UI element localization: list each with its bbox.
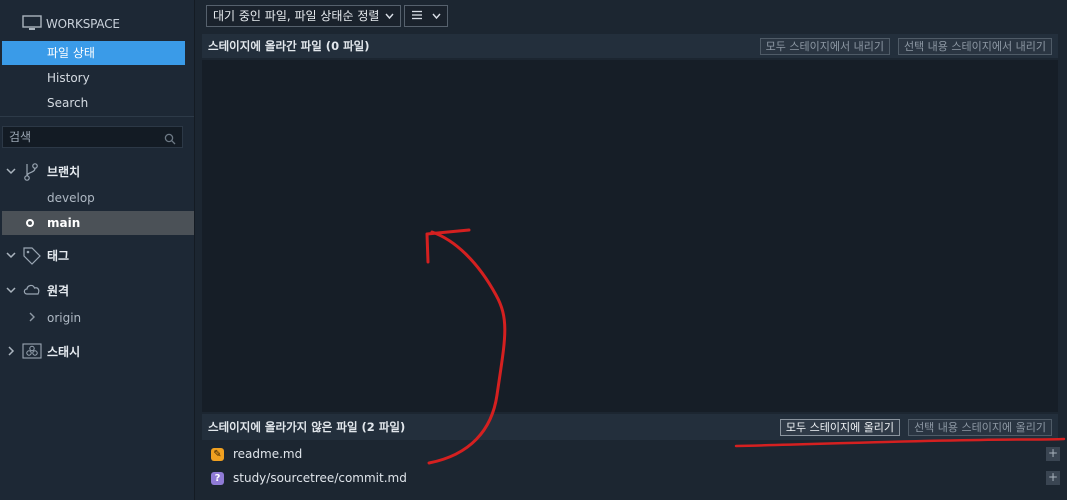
group-tags[interactable]: 태그 <box>0 243 194 267</box>
group-label-remotes: 원격 <box>47 284 70 298</box>
search-placeholder: 검색 <box>9 130 32 144</box>
chevron-down-icon[interactable] <box>6 249 16 263</box>
untracked-icon: ? <box>211 471 224 485</box>
file-row-commit[interactable]: ? study/sourcetree/commit.md + <box>202 466 1060 490</box>
branch-icon <box>22 162 40 185</box>
group-branches[interactable]: 브랜치 <box>0 159 194 183</box>
chevron-right-icon[interactable] <box>28 306 36 330</box>
file-name: study/sourcetree/commit.md <box>233 471 407 485</box>
workspace-label: WORKSPACE <box>46 17 120 31</box>
main-panel: 대기 중인 파일, 파일 상태순 정렬 스테이지에 올라간 파일 (0 파일) … <box>194 0 1067 500</box>
sidebar-search-input[interactable]: 검색 <box>2 126 183 148</box>
unstaged-header: 스테이지에 올라가지 않은 파일 (2 파일) 모두 스테이지에 올리기 선택 … <box>202 414 1058 440</box>
toolbar: 대기 중인 파일, 파일 상태순 정렬 <box>206 5 449 29</box>
chevron-down-icon[interactable] <box>6 165 16 179</box>
staged-header: 스테이지에 올라간 파일 (0 파일) 모두 스테이지에서 내리기 선택 내용 … <box>202 34 1058 58</box>
cloud-icon <box>22 281 42 300</box>
unstage-all-button[interactable]: 모두 스테이지에서 내리기 <box>759 37 890 55</box>
group-label-branches: 브랜치 <box>47 165 81 179</box>
file-row-readme[interactable]: ✎ readme.md + <box>202 442 1060 466</box>
chevron-down-icon <box>385 6 394 26</box>
staged-actions: 모두 스테이지에서 내리기 선택 내용 스테이지에서 내리기 <box>752 37 1052 55</box>
unstaged-file-list: ✎ readme.md + ? study/sourcetree/commit.… <box>202 442 1060 490</box>
sidebar-divider <box>0 116 194 117</box>
unstaged-title: 스테이지에 올라가지 않은 파일 (2 파일) <box>208 420 406 434</box>
staged-file-list[interactable] <box>202 60 1058 412</box>
group-stashes[interactable]: 스태시 <box>0 339 194 363</box>
chevron-down-icon[interactable] <box>6 284 16 298</box>
branch-item-develop[interactable]: develop <box>2 186 194 210</box>
unstage-selected-button[interactable]: 선택 내용 스테이지에서 내리기 <box>897 37 1052 55</box>
unstaged-actions: 모두 스테이지에 올리기 선택 내용 스테이지에 올리기 <box>772 418 1052 436</box>
view-mode-dropdown[interactable] <box>404 5 449 27</box>
group-label-tags: 태그 <box>47 249 70 263</box>
sort-dropdown-label: 대기 중인 파일, 파일 상태순 정렬 <box>213 9 380 23</box>
list-icon <box>411 6 423 26</box>
panel-divider <box>194 0 195 500</box>
nav-search[interactable]: Search <box>2 91 185 115</box>
workspace-header: WORKSPACE <box>0 10 194 36</box>
branch-label-main: main <box>47 216 81 230</box>
group-label-stashes: 스태시 <box>47 345 81 359</box>
stash-icon <box>22 342 42 363</box>
sidebar: WORKSPACE 파일 상태 History Search 검색 브랜치 de <box>0 0 194 500</box>
remote-label-origin: origin <box>47 311 82 325</box>
stage-all-button[interactable]: 모두 스테이지에 올리기 <box>779 418 901 436</box>
monitor-icon <box>22 15 42 34</box>
current-branch-indicator <box>26 219 34 227</box>
staged-title: 스테이지에 올라간 파일 (0 파일) <box>208 39 370 53</box>
nav-file-status[interactable]: 파일 상태 <box>2 41 185 65</box>
branch-item-main[interactable]: main <box>2 211 194 235</box>
file-name: readme.md <box>233 447 303 461</box>
group-remotes[interactable]: 원격 <box>0 278 194 302</box>
sort-dropdown[interactable]: 대기 중인 파일, 파일 상태순 정렬 <box>206 5 402 27</box>
remote-item-origin[interactable]: origin <box>2 306 194 330</box>
search-icon <box>164 131 176 151</box>
tag-icon <box>22 246 42 269</box>
add-file-button[interactable]: + <box>1046 471 1060 485</box>
modified-icon: ✎ <box>211 447 224 461</box>
stage-selected-button[interactable]: 선택 내용 스테이지에 올리기 <box>908 418 1052 436</box>
chevron-down-icon <box>432 6 441 26</box>
chevron-right-icon[interactable] <box>6 345 16 359</box>
nav-history[interactable]: History <box>2 66 185 90</box>
add-file-button[interactable]: + <box>1046 447 1060 461</box>
